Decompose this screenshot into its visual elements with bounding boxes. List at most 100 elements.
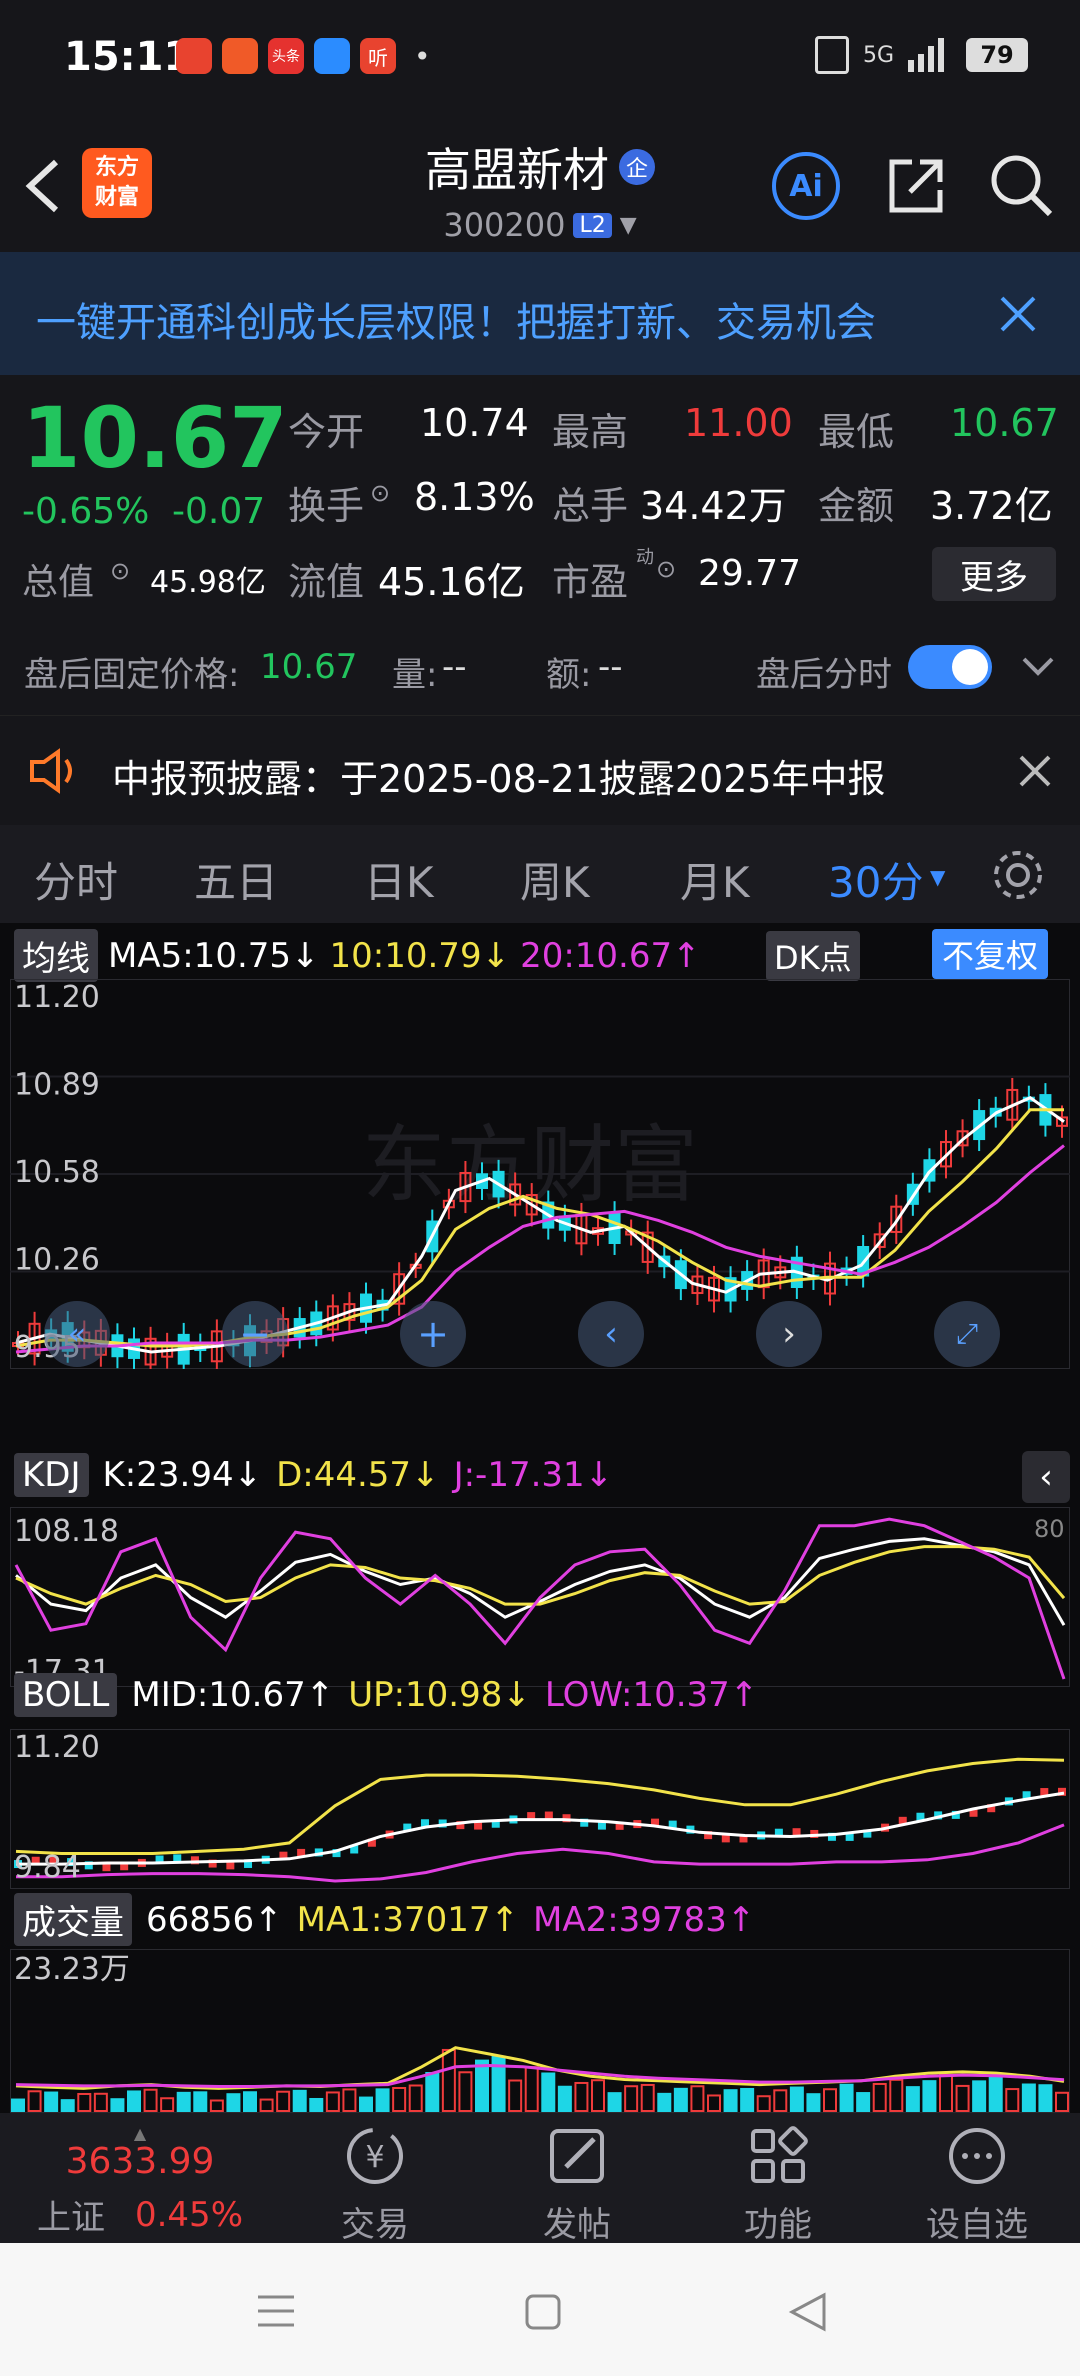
volume-bar	[27, 2090, 42, 2112]
kdj-select[interactable]: KDJ	[14, 1453, 89, 1497]
tab-monthly-k[interactable]: 月K	[680, 849, 750, 910]
volume-bar	[1038, 2084, 1053, 2113]
eastmoney-logo[interactable]: 东方 财富	[82, 148, 152, 218]
series-line-j	[14, 1517, 1066, 1680]
after-hours-toggle[interactable]	[908, 645, 992, 689]
chevron-down-icon[interactable]	[1020, 655, 1056, 679]
kdj-k-value: K:23.94↓	[102, 1455, 263, 1495]
boll-low-value: LOW:10.37↑	[544, 1675, 759, 1715]
battery-icon: 79	[966, 38, 1029, 72]
enterprise-badge: 企	[619, 149, 655, 185]
volume-bar	[508, 2079, 523, 2112]
tab-5day[interactable]: 五日	[194, 849, 278, 910]
rewind-icon[interactable]: «	[44, 1301, 110, 1367]
adjust-toggle[interactable]: 不复权	[932, 929, 1049, 979]
ai-button[interactable]: Ai	[772, 152, 840, 220]
kdj-chart[interactable]: 108.18-17.3180	[10, 1507, 1070, 1687]
next-icon[interactable]: ›	[756, 1301, 822, 1367]
volume-bar	[972, 2080, 987, 2113]
share-icon[interactable]	[884, 154, 948, 218]
nav-add-watchlist[interactable]: 设自选	[912, 2123, 1042, 2246]
notification-icons: 头条 听 •	[176, 38, 431, 74]
kline-chart-area[interactable]: 均线 MA5:10.75↓ 10:10.79↓ 20:10.67↑ DK点 不复…	[0, 923, 1080, 2113]
y-axis-label: 11.20	[14, 980, 100, 1015]
prev-icon[interactable]: ‹	[578, 1301, 644, 1367]
back-icon[interactable]	[22, 156, 62, 216]
amount-value: 3.72亿	[930, 484, 1053, 528]
volume-bar	[160, 2097, 175, 2112]
nav-functions[interactable]: 功能	[728, 2123, 828, 2246]
ma-select[interactable]: 均线	[14, 929, 98, 982]
promo-banner[interactable]: 一键开通科创成长层权限！把握打新、交易机会	[0, 252, 1080, 375]
volume-bar	[292, 2089, 307, 2113]
after-price-label: 盘后固定价格:	[24, 655, 240, 695]
menu-icon[interactable]	[256, 2293, 296, 2329]
boll-chart[interactable]: 11.20 9.84	[10, 1729, 1070, 1889]
y-axis-label: 23.23万	[14, 1952, 130, 1987]
nav-post[interactable]: 发帖	[527, 2123, 627, 2246]
tab-weekly-k[interactable]: 周K	[520, 849, 590, 910]
tab-30min-dropdown-icon[interactable]: ▼	[930, 865, 945, 889]
tab-intraday[interactable]: 分时	[34, 849, 118, 910]
volume-bar	[640, 2083, 655, 2112]
tab-daily-k[interactable]: 日K	[364, 849, 434, 910]
period-tabs: 分时 五日 日K 周K 月K 30分 ▼	[0, 825, 1080, 923]
volume-bar	[723, 2089, 738, 2112]
zoom-out-icon[interactable]: −	[222, 1301, 288, 1367]
volume-bar	[309, 2097, 324, 2112]
after-vol-value: --	[442, 647, 467, 687]
series-line-up	[15, 1757, 1065, 1855]
index-widget[interactable]: ▲ 3633.99 上证 0.45%	[20, 2126, 260, 2239]
open-value: 10.74	[420, 401, 529, 445]
app-notif-icon-4	[314, 38, 350, 74]
fullscreen-icon[interactable]: ⤢	[934, 1301, 1000, 1367]
volume-ma1: MA1:37017↑	[296, 1899, 519, 1940]
code-dropdown-icon[interactable]: ▼	[620, 213, 637, 238]
pe-dynamic-sup: 动	[636, 547, 654, 568]
volume-bar	[574, 2081, 589, 2112]
mcap-info-icon[interactable]: ⊙	[110, 557, 130, 585]
logo-text-1: 东方	[94, 155, 139, 180]
index-name: 上证	[36, 2198, 105, 2238]
nav-add-watchlist-label: 设自选	[926, 2205, 1028, 2245]
zoom-in-icon[interactable]: +	[400, 1301, 466, 1367]
notice-close-icon[interactable]	[1018, 754, 1052, 788]
ma10-value: 10:10.79↓	[329, 935, 511, 976]
banner-text: 一键开通科创成长层权限！把握打新、交易机会	[36, 300, 876, 346]
ma-header: 均线 MA5:10.75↓ 10:10.79↓ 20:10.67↑	[14, 929, 701, 982]
pe-label: 市盈	[552, 560, 629, 604]
turnover-info-icon[interactable]: ⊙	[370, 479, 390, 507]
volume-select[interactable]: 成交量	[14, 1893, 132, 1946]
y-axis-label: 10.58	[14, 1155, 100, 1190]
home-icon[interactable]	[524, 2293, 562, 2331]
open-label: 今开	[288, 410, 365, 454]
close-icon[interactable]	[998, 294, 1038, 334]
more-notif-dot: •	[414, 39, 431, 73]
settings-icon[interactable]	[990, 847, 1046, 903]
nav-trade[interactable]: ¥ 交易	[325, 2123, 425, 2246]
stock-title[interactable]: 高盟新材 企 300200 L2 ▼	[280, 134, 800, 244]
search-icon[interactable]	[988, 152, 1054, 218]
boll-select[interactable]: BOLL	[14, 1673, 118, 1717]
change-value: -0.07	[172, 491, 266, 532]
pe-info-icon[interactable]: ⊙	[656, 555, 676, 583]
current-price: 10.67	[22, 389, 288, 487]
volume-bar	[541, 2072, 556, 2112]
volume-bar	[1055, 2091, 1069, 2113]
tab-30min[interactable]: 30分	[828, 849, 923, 910]
volume-bar	[441, 2048, 456, 2112]
more-dots-icon	[949, 2128, 1005, 2184]
system-nav-bar	[0, 2243, 1080, 2376]
low-label: 最低	[818, 410, 895, 454]
listen-icon: 听	[360, 38, 396, 74]
notice-bar[interactable]: 中报预披露：于2025-08-21披露2025年中报	[0, 715, 1080, 827]
volume-bar	[856, 2092, 871, 2113]
collapse-panel-icon[interactable]: ‹	[1022, 1451, 1070, 1503]
volume-bar	[425, 2072, 440, 2112]
volume-chart[interactable]: 23.23万	[10, 1949, 1070, 2113]
dk-point-select[interactable]: DK点	[766, 931, 860, 981]
more-button[interactable]: 更多	[932, 547, 1056, 601]
back-nav-icon[interactable]	[788, 2291, 828, 2333]
boll-header: BOLL MID:10.67↑ UP:10.98↓ LOW:10.37↑	[14, 1673, 758, 1717]
status-time: 15:11	[64, 34, 192, 80]
